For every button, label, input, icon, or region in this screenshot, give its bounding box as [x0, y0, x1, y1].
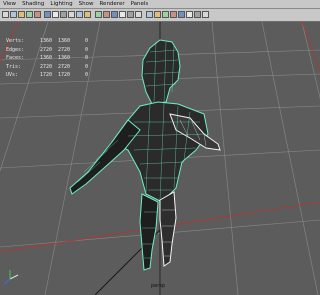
hud-row: UVs: 1720 1720 0	[6, 71, 88, 80]
hud-label: Verts:	[6, 38, 25, 45]
menu-view[interactable]: View	[0, 0, 19, 8]
hud-value: 1360	[57, 38, 70, 45]
backface-icon[interactable]	[178, 11, 185, 18]
image-plane-icon[interactable]	[34, 11, 41, 18]
hud-value: 0	[84, 46, 88, 53]
field-chart-icon[interactable]	[84, 11, 91, 18]
poly-count-hud: Verts: 1360 1360 0 Edges: 2720 2720 0 Fa…	[6, 37, 88, 80]
hud-row: Faces: 1360 1360 0	[6, 54, 88, 63]
lock-camera-icon[interactable]	[10, 11, 17, 18]
hud-value: 2720	[57, 63, 70, 70]
grid-icon[interactable]	[44, 11, 51, 18]
shadows-icon[interactable]	[127, 11, 134, 18]
xray-components-icon[interactable]	[162, 11, 169, 18]
xray-icon[interactable]	[135, 11, 142, 18]
smooth-shade-icon[interactable]	[103, 11, 110, 18]
hud-label: Faces:	[6, 55, 25, 62]
camera-attributes-icon[interactable]	[18, 11, 25, 18]
hud-value: 1720	[39, 72, 52, 79]
lighting-icon[interactable]	[119, 11, 126, 18]
hud-value: 0	[84, 63, 88, 70]
hud-value: 0	[84, 72, 88, 79]
hud-value: 1360	[39, 55, 52, 62]
safe-action-icon[interactable]	[68, 11, 75, 18]
resolution-gate-icon[interactable]	[60, 11, 67, 18]
hud-icon[interactable]	[170, 11, 177, 18]
hud-value: 2720	[57, 46, 70, 53]
hud-label: UVs:	[6, 72, 19, 79]
hud-row: Edges: 2720 2720 0	[6, 46, 88, 55]
hud-label: Tris:	[6, 63, 22, 70]
hud-value: 2720	[39, 46, 52, 53]
menu-lighting[interactable]: Lighting	[47, 0, 75, 8]
film-gate-icon[interactable]	[52, 11, 59, 18]
character-mesh[interactable]	[69, 39, 221, 271]
hud-value: 1360	[57, 55, 70, 62]
menu-renderer[interactable]: Renderer	[96, 0, 127, 8]
safe-title-icon[interactable]	[76, 11, 83, 18]
viewport-toolbar	[0, 9, 320, 22]
playblast-icon[interactable]	[194, 11, 201, 18]
gear-icon[interactable]	[202, 11, 209, 18]
hud-value: 1720	[57, 72, 70, 79]
hud-row: Tris: 2720 2720 0	[6, 63, 88, 72]
hud-value: 0	[84, 55, 88, 62]
menu-shading[interactable]: Shading	[19, 0, 47, 8]
menu-panels[interactable]: Panels	[128, 0, 152, 8]
hud-value: 0	[84, 38, 88, 45]
wireframe-icon[interactable]	[95, 11, 102, 18]
axis-gizmo	[3, 270, 19, 285]
isolate-icon[interactable]	[146, 11, 153, 18]
resolution-icon[interactable]	[186, 11, 193, 18]
hud-value: 1360	[39, 38, 52, 45]
hud-value: 2720	[39, 63, 52, 70]
perspective-viewport[interactable]: Verts: 1360 1360 0 Edges: 2720 2720 0 Fa…	[0, 22, 320, 295]
hud-label: Edges:	[6, 46, 25, 53]
menu-bar: View Shading Lighting Show Renderer Pane…	[0, 0, 320, 9]
hud-row: Verts: 1360 1360 0	[6, 37, 88, 46]
menu-show[interactable]: Show	[76, 0, 97, 8]
textured-icon[interactable]	[111, 11, 118, 18]
bookmark-icon[interactable]	[26, 11, 33, 18]
select-camera-icon[interactable]	[2, 11, 9, 18]
xray-joints-icon[interactable]	[154, 11, 161, 18]
camera-label: persp	[151, 283, 166, 289]
